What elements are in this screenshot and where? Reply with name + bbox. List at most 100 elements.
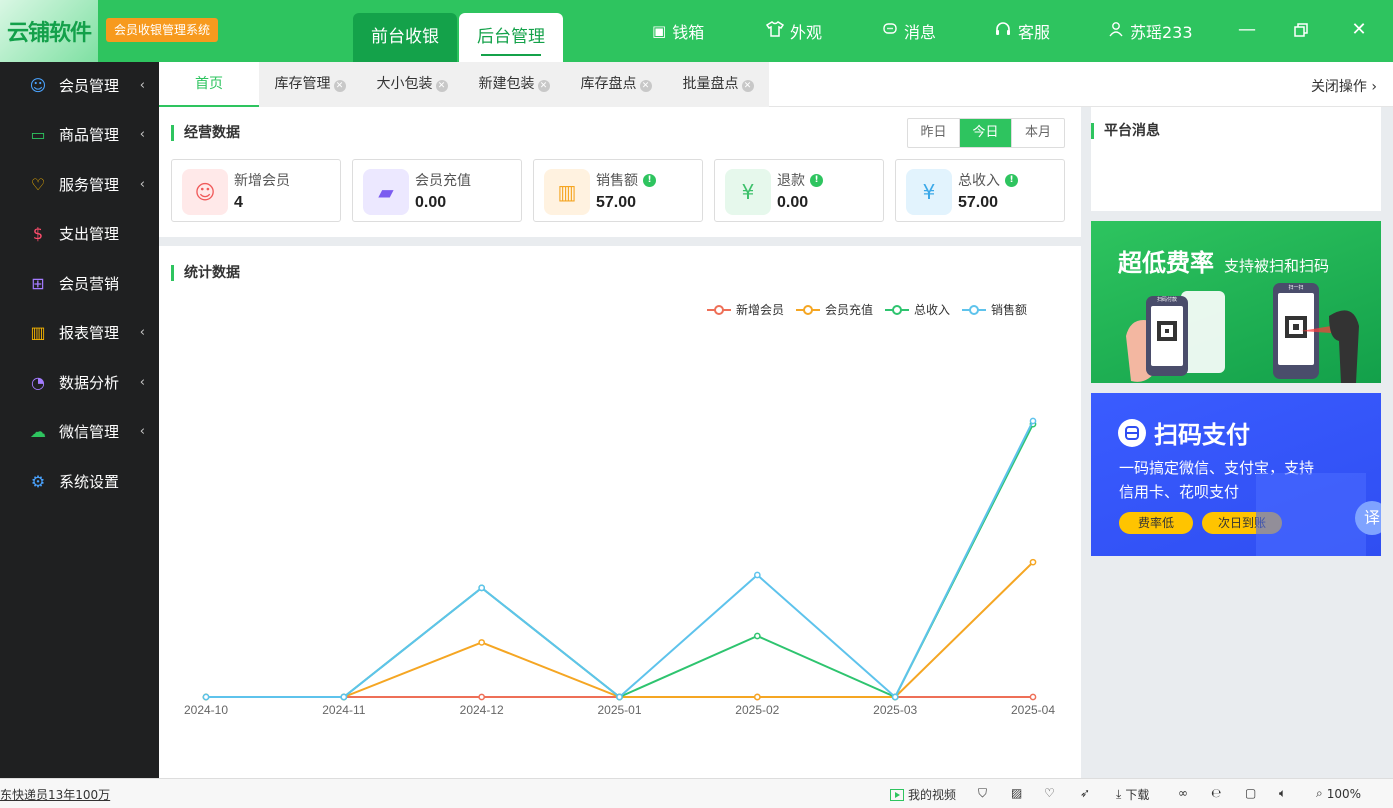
period-yesterday[interactable]: 昨日 <box>908 119 960 147</box>
ie-button[interactable]: ℮ <box>1211 786 1221 800</box>
banner2-line2: 信用卡、花呗支付 <box>1119 483 1240 501</box>
stat-card: ▰ 会员充值 0.00 <box>352 159 522 222</box>
sidebar: ☺ 会员管理 ‹ ▭ 商品管理 ‹ ♡ 服务管理 ‹ $ 支出管理 ⊞ 会员营销 ▥ 报表管理 ‹ ◔ 数据分析 ‹… <box>0 62 159 778</box>
business-data-panel: 经营数据 昨日 今日 本月 ☺ 新增会员 4 ▰ 会员充值 0.00 ▥ 销售额! 57.00 ¥… <box>159 107 1081 237</box>
subtab-stocktake[interactable]: 库存盘点 ✕ <box>565 62 667 107</box>
new-member-icon: ☺ <box>182 169 228 215</box>
stat-card-label: 会员充值 <box>415 173 471 189</box>
data-point[interactable] <box>616 693 623 701</box>
info-icon[interactable]: ! <box>810 173 823 187</box>
tab-back-management[interactable]: 后台管理 <box>459 13 563 62</box>
close-tab-icon[interactable]: ✕ <box>639 80 652 92</box>
chevron-left-icon: ‹ <box>139 374 145 390</box>
sidebar-item[interactable]: $ 支出管理 <box>0 214 159 254</box>
period-month[interactable]: 本月 <box>1012 119 1064 147</box>
subtab-home[interactable]: 首页 <box>159 62 259 107</box>
appearance-button[interactable]: 外观 <box>765 20 822 42</box>
sidebar-item[interactable]: ⊞ 会员营销 <box>0 263 159 303</box>
close-tab-icon[interactable]: ✕ <box>741 80 754 92</box>
health-button[interactable]: ♡ <box>1044 786 1055 800</box>
window-icon: ▢ <box>1245 786 1257 800</box>
subtab-new-packaging[interactable]: 新建包装 ✕ <box>463 62 565 107</box>
series-line <box>206 423 1034 699</box>
info-icon[interactable]: ! <box>1005 173 1018 187</box>
decorative-box <box>1256 473 1366 556</box>
sidebar-item[interactable]: ♡ 服务管理 ‹ <box>0 164 159 204</box>
headset-icon <box>994 21 1012 41</box>
my-video-button[interactable]: 我的视频 <box>890 786 956 803</box>
line-chart: 2024-10 2024-11 2024-12 2025-01 2025-02 2025-… <box>184 417 1055 717</box>
image-icon: ▨ <box>1011 786 1023 800</box>
x-tick-label: 2025-02 <box>735 703 779 717</box>
data-point[interactable] <box>753 632 761 640</box>
info-icon[interactable]: ! <box>643 173 656 187</box>
sub-tab-bar: 首页 库存管理 ✕ 大小包装 ✕ 新建包装 ✕ 库存盘点 ✕ 批量盘点 ✕ 关闭操作 › <box>159 62 1393 107</box>
sidebar-item[interactable]: ▭ 商品管理 ‹ <box>0 115 159 155</box>
message-button[interactable]: 消息 <box>882 20 936 42</box>
report-icon: ▥ <box>30 323 46 342</box>
sidebar-item[interactable]: ▥ 报表管理 ‹ <box>0 313 159 353</box>
close-icon: ✕ <box>1351 19 1367 40</box>
translate-button[interactable]: 译 <box>1355 501 1381 535</box>
close-operations-button[interactable]: 关闭操作 › <box>1311 76 1377 96</box>
shield-icon: ⛉ <box>978 786 988 800</box>
subtab-inventory[interactable]: 库存管理 ✕ <box>259 62 361 107</box>
sidebar-item-label: 商品管理 <box>59 126 120 144</box>
sidebar-item[interactable]: ☁ 微信管理 ‹ <box>0 412 159 452</box>
period-today[interactable]: 今日 <box>960 119 1012 147</box>
download-button[interactable]: ⤓ 下载 <box>1116 786 1149 803</box>
shield-button[interactable]: ⛉ <box>978 786 987 801</box>
subtab-packaging[interactable]: 大小包装 ✕ <box>361 62 463 107</box>
cash-box-button[interactable]: ▣ 钱箱 <box>652 20 704 42</box>
glasses-icon: ∞ <box>1178 786 1188 800</box>
close-tab-icon[interactable]: ✕ <box>333 80 346 92</box>
restore-button[interactable] <box>1287 16 1315 44</box>
payment-phones-illustration: 扫码付款 扫一扫 <box>1126 283 1359 383</box>
sidebar-item-label: 服务管理 <box>59 175 120 194</box>
pie-chart-icon: ◔ <box>31 372 45 392</box>
sidebar-item-label: 支出管理 <box>59 225 120 243</box>
platform-title: 平台消息 <box>1091 123 1160 139</box>
data-point[interactable] <box>478 693 486 701</box>
sidebar-item[interactable]: ◔ 数据分析 ‹ <box>0 362 159 402</box>
image-button[interactable]: ▨ <box>1011 786 1022 800</box>
sidebar-item[interactable]: ☺ 会员管理 ‹ <box>0 65 159 105</box>
rocket-button[interactable]: ➶ <box>1080 786 1090 800</box>
minimize-button[interactable]: — <box>1233 16 1261 44</box>
tab-front-cashier[interactable]: 前台收银 <box>353 13 457 62</box>
sidebar-item-label: 微信管理 <box>59 423 120 441</box>
data-point[interactable] <box>753 693 761 701</box>
subtab-batch-stocktake[interactable]: 批量盘点 ✕ <box>667 62 769 107</box>
statistics-panel: 统计数据 新增会员 会员充值 总收入 销售额 2024-10 2024-11 2024-1… <box>159 246 1081 778</box>
speaker-icon: 🔈︎ <box>1279 786 1287 800</box>
close-tab-icon[interactable]: ✕ <box>537 80 550 92</box>
low-fee-banner[interactable]: 超低费率 支持被扫和扫码 扫码付款 扫一扫 <box>1091 221 1381 383</box>
scan-pay-banner[interactable]: 扫码支付 一码搞定微信、支付宝，支持 信用卡、花呗支付 费率低 次日到账 译 <box>1091 393 1381 556</box>
income-icon: ¥ <box>906 169 952 215</box>
user-menu[interactable]: 苏瑶233 <box>1108 20 1193 42</box>
customer-service-button[interactable]: 客服 <box>994 20 1050 42</box>
glasses-button[interactable]: ∞ <box>1178 786 1188 800</box>
data-point[interactable] <box>753 571 761 579</box>
service-icon: ♡ <box>30 174 46 194</box>
chevron-left-icon: ‹ <box>139 176 145 192</box>
volume-button[interactable]: 🔈︎ <box>1279 786 1286 801</box>
data-point[interactable] <box>478 639 486 646</box>
business-title: 经营数据 <box>171 125 240 141</box>
close-window-button[interactable]: ✕ <box>1345 16 1373 44</box>
close-tab-icon[interactable]: ✕ <box>435 80 448 92</box>
data-point[interactable] <box>1029 417 1037 425</box>
data-point[interactable] <box>1029 558 1037 566</box>
data-point[interactable] <box>1029 693 1037 701</box>
news-link[interactable]: 东快递员13年100万 <box>0 786 110 803</box>
data-point[interactable] <box>478 584 486 592</box>
data-point[interactable] <box>891 693 899 701</box>
window-button[interactable]: ▢ <box>1245 786 1256 800</box>
data-point[interactable] <box>202 693 210 701</box>
user-icon <box>1108 21 1124 41</box>
sidebar-item[interactable]: ⚙ 系统设置 <box>0 461 159 501</box>
data-point[interactable] <box>340 693 348 701</box>
x-tick-label: 2025-04 <box>1011 703 1055 717</box>
zoom-control[interactable]: ⌕ 100% <box>1316 786 1361 801</box>
rocket-icon: ➶ <box>1080 786 1091 800</box>
